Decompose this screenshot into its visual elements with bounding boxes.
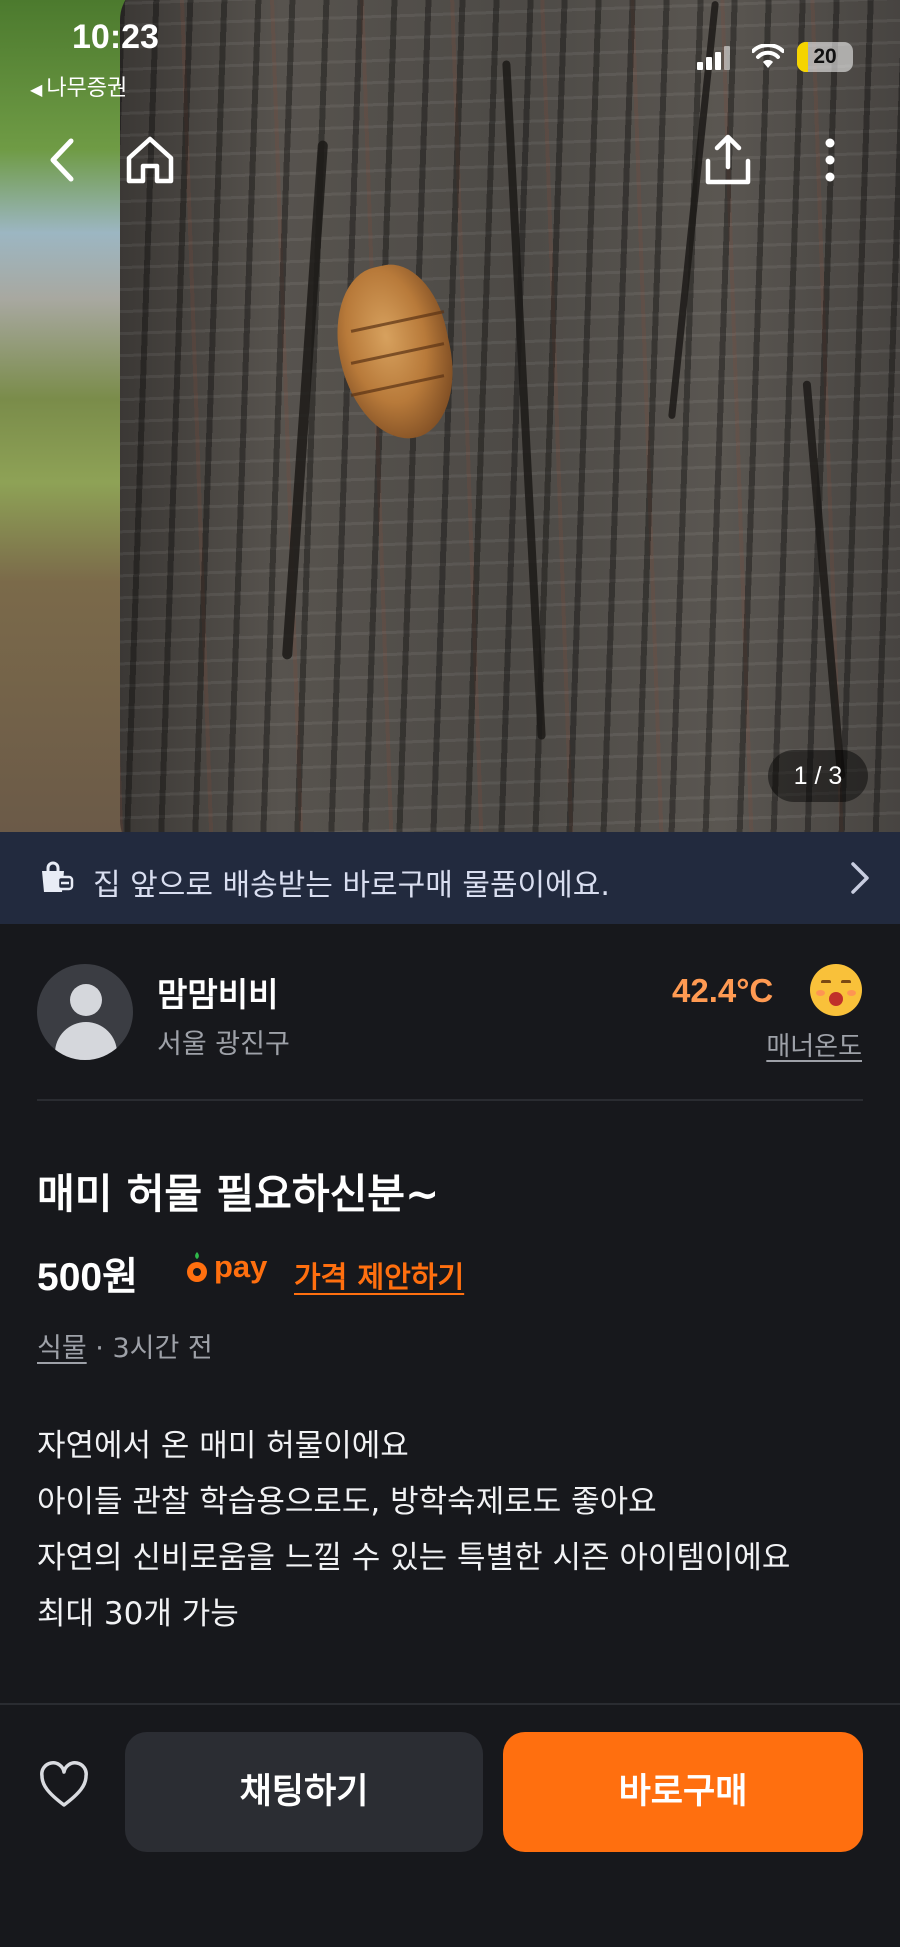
pay-label: pay <box>214 1249 268 1284</box>
divider <box>37 1099 863 1101</box>
back-app-label: 나무증권 <box>46 76 128 101</box>
share-icon <box>705 134 751 185</box>
carrot-pay-badge: pay <box>186 1249 267 1285</box>
status-time: 10:23 <box>72 18 159 56</box>
category-link[interactable]: 식물 <box>37 1333 87 1364</box>
home-icon <box>126 136 174 184</box>
seller-location: 서울 광진구 <box>157 1029 290 1060</box>
smiley-face-icon <box>810 964 862 1016</box>
more-button[interactable] <box>800 130 860 190</box>
banner-text: 집 앞으로 배송받는 바로구매 물품이에요. <box>93 868 610 903</box>
back-to-app[interactable]: ◀ 나무증권 <box>30 70 127 102</box>
back-button[interactable] <box>32 130 92 190</box>
carrot-pay-icon <box>187 1252 207 1282</box>
description-line: 아이들 관찰 학습용으로도, 방학숙제로도 좋아요 <box>37 1484 657 1520</box>
photo-counter: 1 / 3 <box>768 750 868 802</box>
back-arrow-icon <box>50 138 74 182</box>
manner-temperature-link[interactable]: 매너온도 <box>766 1026 862 1063</box>
avatar[interactable] <box>37 964 133 1060</box>
battery-icon: 20 <box>797 42 853 72</box>
product-meta: 식물 · 3시간 전 <box>37 1326 213 1365</box>
manner-temperature: 42.4°C <box>672 972 774 1009</box>
bottom-action-bar: 채팅하기 바로구매 <box>0 1703 900 1947</box>
buy-now-button[interactable]: 바로구매 <box>503 1732 863 1852</box>
description-line: 자연의 신비로움을 느낄 수 있는 특별한 시즌 아이템이에요 <box>37 1540 791 1576</box>
product-price: 500원 <box>37 1256 138 1299</box>
description-line: 자연에서 온 매미 허물이에요 <box>37 1428 409 1464</box>
product-photo[interactable]: 1 / 3 <box>0 0 900 832</box>
wifi-icon <box>751 43 785 70</box>
posted-time: · 3시간 전 <box>95 1333 213 1364</box>
description-line: 최대 30개 가능 <box>37 1596 239 1632</box>
direct-purchase-banner[interactable]: 집 앞으로 배송받는 바로구매 물품이에요. <box>0 832 900 924</box>
battery-level: 20 <box>813 45 837 68</box>
home-button[interactable] <box>120 130 180 190</box>
signal-icon <box>697 46 730 70</box>
status-bar: 10:23 ◀ 나무증권 20 <box>0 0 900 110</box>
share-button[interactable] <box>698 130 758 190</box>
product-description: 자연에서 온 매미 허물이에요 아이들 관찰 학습용으로도, 방학숙제로도 좋아… <box>37 1418 867 1642</box>
chat-button[interactable]: 채팅하기 <box>125 1732 483 1852</box>
product-title: 매미 허물 필요하신분~ <box>37 1170 440 1218</box>
chevron-right-icon <box>851 862 869 894</box>
heart-icon[interactable] <box>38 1761 90 1809</box>
more-icon <box>825 138 835 182</box>
shopping-bag-icon <box>42 861 74 892</box>
seller-profile[interactable]: 맘맘비비 서울 광진구 42.4°C 매너온도 <box>0 924 900 1100</box>
price-offer-link[interactable]: 가격 제안하기 <box>294 1254 464 1296</box>
seller-name[interactable]: 맘맘비비 <box>157 968 278 1016</box>
